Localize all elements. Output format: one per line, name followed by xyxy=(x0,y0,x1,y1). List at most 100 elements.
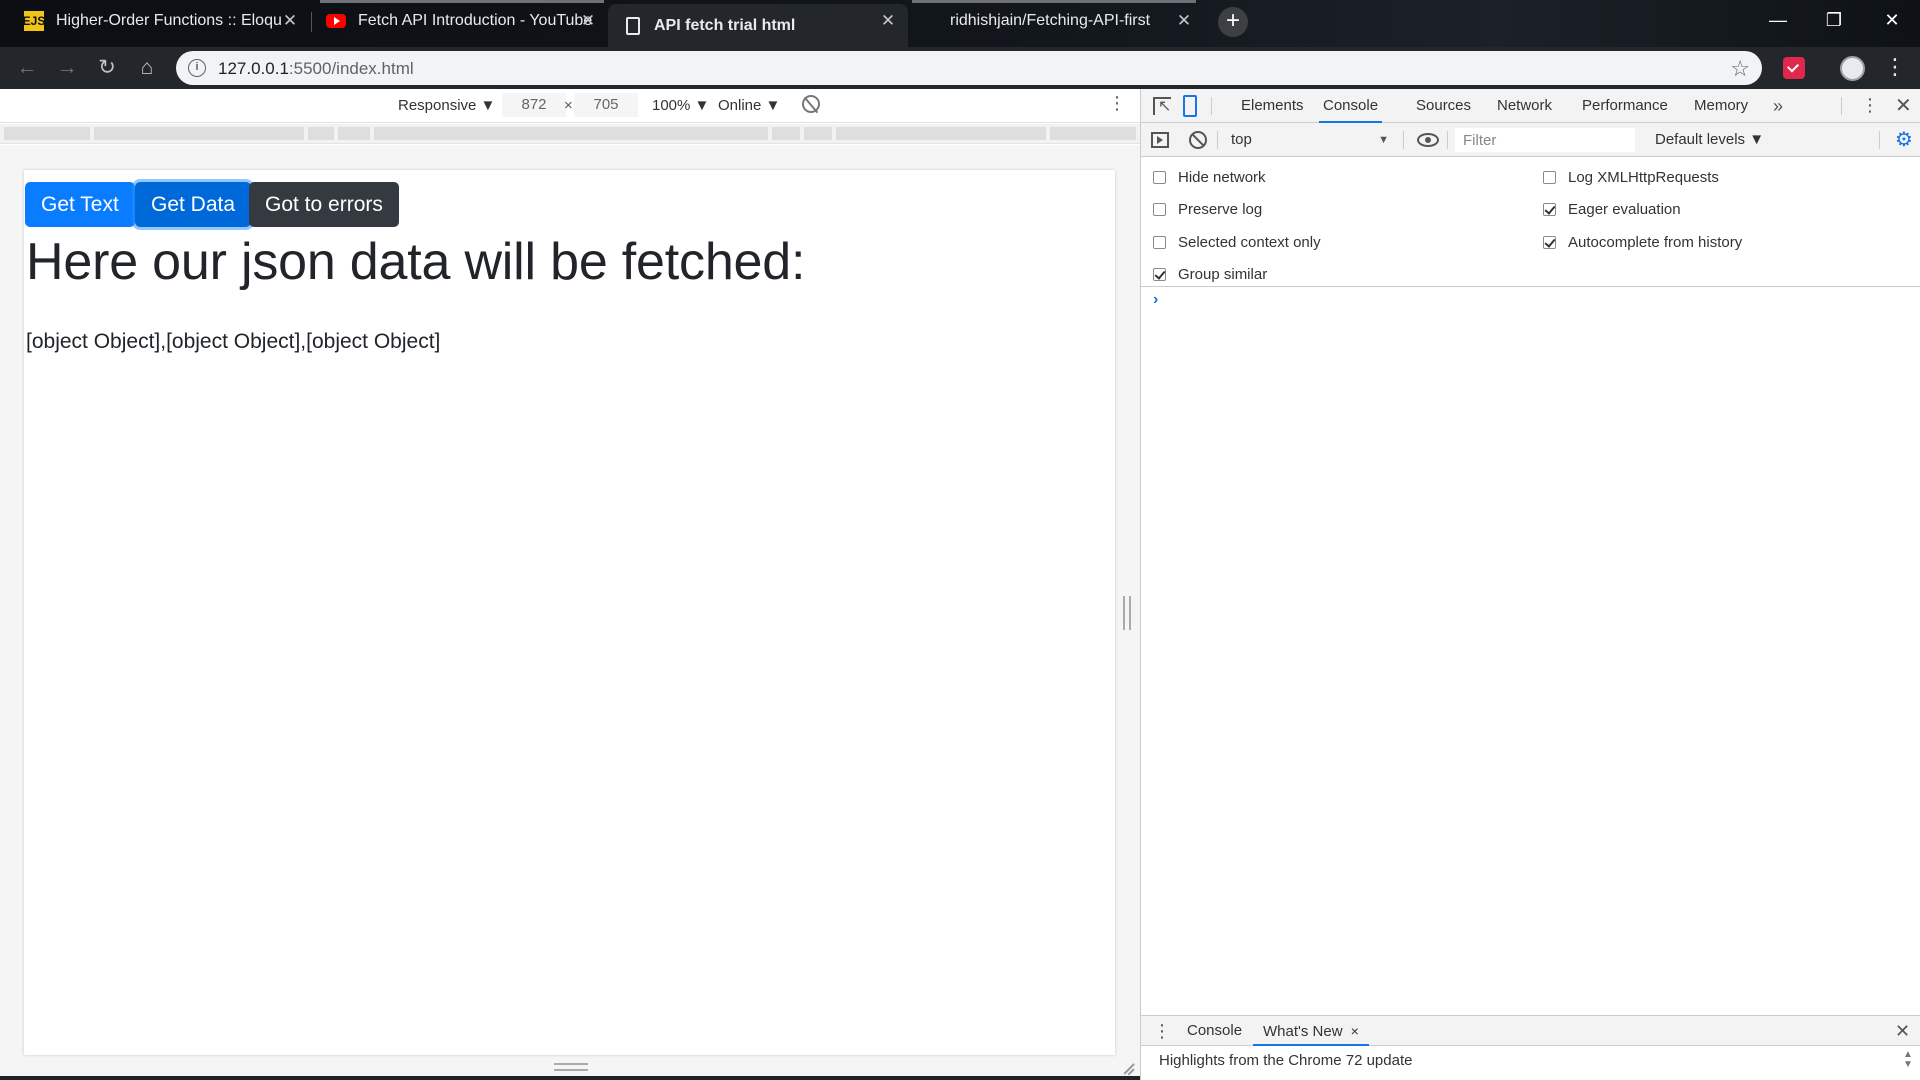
log-xhr-checkbox[interactable] xyxy=(1543,171,1556,184)
clear-console-icon[interactable] xyxy=(1189,131,1207,149)
devtools-menu-icon[interactable]: ⋮ xyxy=(1861,89,1879,121)
viewport-width-resize-handle[interactable] xyxy=(1123,596,1131,630)
device-toolbar-menu-icon[interactable]: ⋮ xyxy=(1108,93,1126,114)
media-query-segment[interactable] xyxy=(772,127,800,140)
profile-avatar[interactable] xyxy=(1840,56,1865,81)
option-group-similar[interactable]: Group similar xyxy=(1153,266,1267,283)
back-icon[interactable]: ← xyxy=(12,53,42,83)
option-log-xhr[interactable]: Log XMLHttpRequests xyxy=(1543,169,1719,186)
gear-icon[interactable]: ⚙ xyxy=(1895,130,1915,150)
tab-title: API fetch trial html xyxy=(654,16,796,34)
media-query-segment[interactable] xyxy=(804,127,832,140)
toolbar-divider xyxy=(1211,97,1212,115)
inspect-element-icon[interactable] xyxy=(1153,96,1171,116)
youtube-icon xyxy=(326,14,346,28)
get-text-button[interactable]: Get Text xyxy=(25,182,135,227)
drawer-tab-console[interactable]: Console xyxy=(1187,1016,1242,1046)
media-query-segment[interactable] xyxy=(94,127,304,140)
hide-network-checkbox[interactable] xyxy=(1153,171,1166,184)
info-icon[interactable]: i xyxy=(188,59,206,77)
context-select[interactable]: top ▼ xyxy=(1223,128,1395,152)
tab-title: Fetch API Introduction - YouTube xyxy=(358,12,593,29)
option-label: Group similar xyxy=(1178,266,1268,283)
console-filter-input[interactable] xyxy=(1455,128,1635,152)
option-autocomplete-history[interactable]: Autocomplete from history xyxy=(1543,234,1742,251)
address-bar[interactable]: i 127.0.0.1:5500/index.html ☆ xyxy=(176,51,1762,85)
tab-console[interactable]: Console xyxy=(1319,89,1383,123)
drawer-tab-whats-new[interactable]: What's New × xyxy=(1253,1016,1369,1046)
tab-performance[interactable]: Performance xyxy=(1582,89,1668,123)
close-icon[interactable]: ✕ xyxy=(878,11,898,31)
zoom-select[interactable]: 100% ▼ xyxy=(652,97,709,114)
media-query-segment[interactable] xyxy=(4,127,90,140)
autocomplete-history-checkbox[interactable] xyxy=(1543,236,1556,249)
group-similar-checkbox[interactable] xyxy=(1153,268,1166,281)
console-sidebar-icon[interactable] xyxy=(1151,132,1169,148)
close-window-icon[interactable]: ✕ xyxy=(1872,6,1912,34)
device-mode-select[interactable]: Responsive ▼ xyxy=(398,97,495,114)
context-value: top xyxy=(1231,131,1252,148)
live-expression-eye-icon[interactable] xyxy=(1417,133,1439,147)
log-levels-select[interactable]: Default levels ▼ xyxy=(1647,128,1764,152)
drawer-menu-icon[interactable]: ⋮ xyxy=(1153,1016,1171,1046)
restore-icon[interactable]: ❐ xyxy=(1814,6,1854,34)
tab-memory[interactable]: Memory xyxy=(1694,89,1748,123)
toolbar-divider xyxy=(1879,131,1880,149)
errors-button[interactable]: Got to errors xyxy=(249,182,399,227)
viewport-corner-resize-handle[interactable] xyxy=(1120,1062,1134,1076)
option-label: Log XMLHttpRequests xyxy=(1568,169,1719,186)
bookmark-star-icon[interactable]: ☆ xyxy=(1730,56,1750,82)
option-label: Preserve log xyxy=(1178,201,1263,218)
close-icon[interactable]: ✕ xyxy=(1174,11,1194,31)
devtools-drawer: ⋮ Console What's New × ✕ Highlights from … xyxy=(1141,1015,1920,1080)
console-prompt-chevron-icon[interactable]: › xyxy=(1153,291,1158,309)
selected-context-checkbox[interactable] xyxy=(1153,236,1166,249)
more-tabs-icon[interactable]: » xyxy=(1773,89,1783,123)
browser-tab-api-fetch[interactable]: API fetch trial html ✕ xyxy=(608,4,908,47)
media-query-segment[interactable] xyxy=(836,127,1046,140)
page-heading: Here our json data will be fetched: xyxy=(26,233,806,291)
reload-icon[interactable]: ↻ xyxy=(92,53,122,83)
option-eager-evaluation[interactable]: Eager evaluation xyxy=(1543,201,1681,218)
pocket-extension-icon[interactable] xyxy=(1783,57,1805,79)
device-toolbar-toggle-icon[interactable] xyxy=(1183,95,1197,117)
toolbar-divider xyxy=(1841,97,1842,115)
media-query-bar[interactable] xyxy=(0,124,1140,144)
get-data-button[interactable]: Get Data xyxy=(135,182,252,227)
tab-sources[interactable]: Sources xyxy=(1416,89,1471,123)
preserve-log-checkbox[interactable] xyxy=(1153,203,1166,216)
media-query-segment[interactable] xyxy=(374,127,768,140)
viewport-height-resize-handle[interactable] xyxy=(554,1063,588,1071)
close-icon[interactable]: ✕ xyxy=(578,11,598,31)
scroll-arrows-icon[interactable]: ▲ ▼ xyxy=(1903,1050,1913,1070)
viewport-width-input[interactable]: 872 xyxy=(502,93,566,117)
home-icon[interactable]: ⌂ xyxy=(132,53,162,83)
media-query-segment[interactable] xyxy=(1050,127,1136,140)
fetched-output: [object Object],[object Object],[object … xyxy=(26,330,441,353)
option-selected-context-only[interactable]: Selected context only xyxy=(1153,234,1321,251)
viewport-height-input[interactable]: 705 xyxy=(574,93,638,117)
rotate-icon[interactable] xyxy=(802,95,820,113)
browser-menu-icon[interactable]: ⋮ xyxy=(1884,53,1906,83)
network-throttle-select[interactable]: Online ▼ xyxy=(718,97,780,114)
option-hide-network[interactable]: Hide network xyxy=(1153,169,1266,186)
media-query-segment[interactable] xyxy=(308,127,334,140)
devtools-panel: Elements Console Sources Network Perform… xyxy=(1140,89,1920,1080)
window-bottom-edge xyxy=(0,1076,1140,1080)
close-icon[interactable]: ✕ xyxy=(280,11,300,31)
new-tab-button[interactable]: + xyxy=(1218,7,1248,37)
close-icon[interactable]: × xyxy=(1351,1023,1359,1039)
option-preserve-log[interactable]: Preserve log xyxy=(1153,201,1262,218)
media-query-segment[interactable] xyxy=(338,127,370,140)
browser-tab-youtube[interactable]: Fetch API Introduction - YouTube ✕ xyxy=(312,0,608,42)
minimize-icon[interactable]: — xyxy=(1758,6,1798,34)
forward-icon[interactable]: → xyxy=(52,53,82,83)
tab-network[interactable]: Network xyxy=(1497,89,1552,123)
browser-tab-github[interactable]: ridhishjain/Fetching-API-first-App ✕ xyxy=(908,0,1204,42)
browser-tab-eloquent[interactable]: EJS Higher-Order Functions :: Eloque ✕ xyxy=(10,0,310,42)
close-drawer-icon[interactable]: ✕ xyxy=(1895,1016,1910,1046)
close-devtools-icon[interactable]: ✕ xyxy=(1895,89,1912,123)
document-icon xyxy=(626,16,640,35)
tab-elements[interactable]: Elements xyxy=(1241,89,1304,123)
eager-evaluation-checkbox[interactable] xyxy=(1543,203,1556,216)
